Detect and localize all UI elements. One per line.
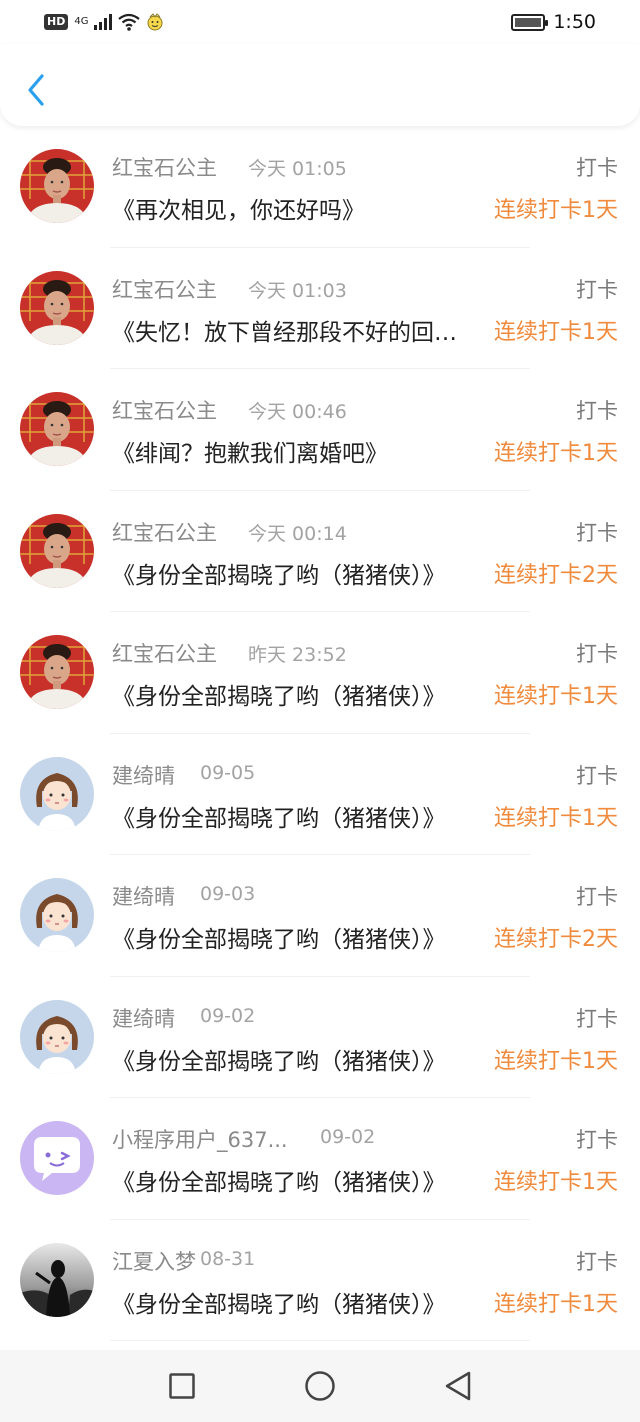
streak-badge: 连续打卡1天 [494,319,618,345]
chapter-title: 《身份全部揭晓了哟（猪猪侠）》 [112,1291,446,1318]
chapter-title: 《身份全部揭晓了哟（猪猪侠）》 [112,1170,446,1196]
streak-badge: 连续打卡1天 [494,805,618,831]
user-name: 红宝石公主 [112,642,217,666]
post-time: 09-02 [320,1126,376,1148]
user-name: 建绮晴 [112,885,175,909]
streak-badge: 连续打卡1天 [494,1170,618,1195]
chapter-title: 《再次相见，你还好吗》 [112,198,365,224]
post-time: 昨天 23:52 [248,644,347,666]
checkin-tag: 打卡 [576,763,618,788]
system-nav-bar [0,1350,640,1422]
avatar[interactable] [20,999,94,1074]
avatar[interactable] [20,635,94,709]
checkin-tag: 打卡 [576,885,618,909]
avatar[interactable] [20,1242,94,1317]
checkin-tag: 打卡 [576,399,618,423]
avatar[interactable] [20,756,94,831]
chapter-title: 《身份全部揭晓了哟（猪猪侠）》 [112,1048,446,1075]
streak-badge: 连续打卡2天 [494,562,618,588]
post-time: 08-31 [200,1247,256,1270]
header [0,44,640,126]
avatar[interactable] [20,878,94,952]
circle-icon [305,1371,335,1401]
chapter-title: 《身份全部揭晓了哟（猪猪侠）》 [112,805,446,832]
post-time: 今天 00:46 [248,401,347,423]
list-item[interactable]: 红宝石公主 今天 00:46 《绯闻？抱歉我们离婚吧》 打卡连续打卡1天 [0,369,640,491]
avatar[interactable] [20,392,94,466]
user-name: 建绮晴 [112,763,175,788]
chapter-title: 《绯闻？抱歉我们离婚吧》 [112,441,388,467]
user-name: 江夏入梦 [112,1249,196,1274]
avatar[interactable] [20,270,94,345]
triangle-back-icon [445,1371,471,1401]
checkin-tag: 打卡 [576,277,618,302]
streak-badge: 连续打卡2天 [494,927,618,952]
user-name: 建绮晴 [112,1006,175,1031]
checkin-tag: 打卡 [576,1128,618,1152]
chapter-title: 《身份全部揭晓了哟（猪猪侠）》 [112,684,446,710]
streak-badge: 连续打卡1天 [494,1048,618,1074]
user-name: 红宝石公主 [112,277,217,302]
streak-badge: 连续打卡1天 [494,1291,618,1317]
streak-badge: 连续打卡1天 [494,684,618,709]
checkin-tag: 打卡 [576,156,618,180]
recent-apps-button[interactable] [162,1366,202,1406]
list-item[interactable]: 红宝石公主 昨天 23:52 《身份全部揭晓了哟（猪猪侠）》 打卡连续打卡1天 [0,612,640,734]
checkin-tag: 打卡 [576,1249,618,1274]
post-time: 今天 01:05 [248,158,347,180]
avatar[interactable] [20,1121,94,1195]
list-item[interactable]: 建绮晴 09-03 《身份全部揭晓了哟（猪猪侠）》 打卡连续打卡2天 [0,855,640,977]
back-button[interactable] [18,68,54,112]
user-name: 红宝石公主 [112,156,217,180]
chevron-left-icon [28,74,44,106]
list-item[interactable]: 小程序用户_637... 09-02 《身份全部揭晓了哟（猪猪侠）》 打卡连续打卡1天 [0,1098,640,1220]
hd-icon: HD [44,14,69,30]
checkin-tag: 打卡 [576,642,618,666]
chapter-title: 《失忆！放下曾经那段不好的回忆》 [112,319,467,346]
list-item[interactable]: 建绮晴 09-05 《身份全部揭晓了哟（猪猪侠）》 打卡连续打卡1天 [0,734,640,856]
avatar[interactable] [20,513,94,588]
streak-badge: 连续打卡1天 [494,441,618,466]
list-item[interactable]: 红宝石公主 今天 01:03 《失忆！放下曾经那段不好的回忆》 打卡连续打卡1天 [0,248,640,370]
list-item[interactable]: 建绮晴 09-02 《身份全部揭晓了哟（猪猪侠）》 打卡连续打卡1天 [0,977,640,1099]
network-type: 4G [74,16,89,27]
post-time: 09-05 [200,761,256,784]
checkin-tag: 打卡 [576,1006,618,1031]
list-item[interactable]: 红宝石公主 今天 00:14 《身份全部揭晓了哟（猪猪侠）》 打卡连续打卡2天 [0,491,640,613]
status-left: HD 4G [44,13,164,31]
status-right: 1:50 [511,11,596,33]
page: HD 4G 1:50 红宝石公主 今天 01:05 《再次相见，你还好吗》 打卡… [0,0,640,1422]
clock: 1:50 [553,11,596,33]
post-time: 今天 00:14 [248,522,347,545]
status-bar: HD 4G 1:50 [0,0,640,44]
checkin-list: 红宝石公主 今天 01:05 《再次相见，你还好吗》 打卡 连续打卡1天 红宝石公主 今天 … [0,126,640,1341]
chapter-title: 《身份全部揭晓了哟（猪猪侠）》 [112,927,446,953]
notification-emoji-icon [147,13,163,31]
post-time: 09-03 [200,883,256,905]
signal-icon [94,14,113,30]
streak-badge: 连续打卡1天 [494,198,618,223]
chapter-title: 《身份全部揭晓了哟（猪猪侠）》 [112,562,446,589]
post-time: 今天 01:03 [248,279,347,302]
wifi-icon [118,13,141,31]
battery-icon [511,13,549,31]
list-item[interactable]: 红宝石公主 今天 01:05 《再次相见，你还好吗》 打卡连续打卡1天 [0,126,640,248]
checkin-tag: 打卡 [576,520,618,545]
post-time: 09-02 [200,1004,256,1027]
user-name: 红宝石公主 [112,520,217,545]
nav-back-button[interactable] [438,1366,478,1406]
square-icon [169,1373,195,1399]
user-name: 红宝石公主 [112,399,217,423]
home-button[interactable] [300,1366,340,1406]
avatar[interactable] [20,149,94,223]
list-item[interactable]: 江夏入梦 08-31 《身份全部揭晓了哟（猪猪侠）》 打卡连续打卡1天 [0,1220,640,1342]
user-name: 小程序用户_637... [112,1128,288,1152]
